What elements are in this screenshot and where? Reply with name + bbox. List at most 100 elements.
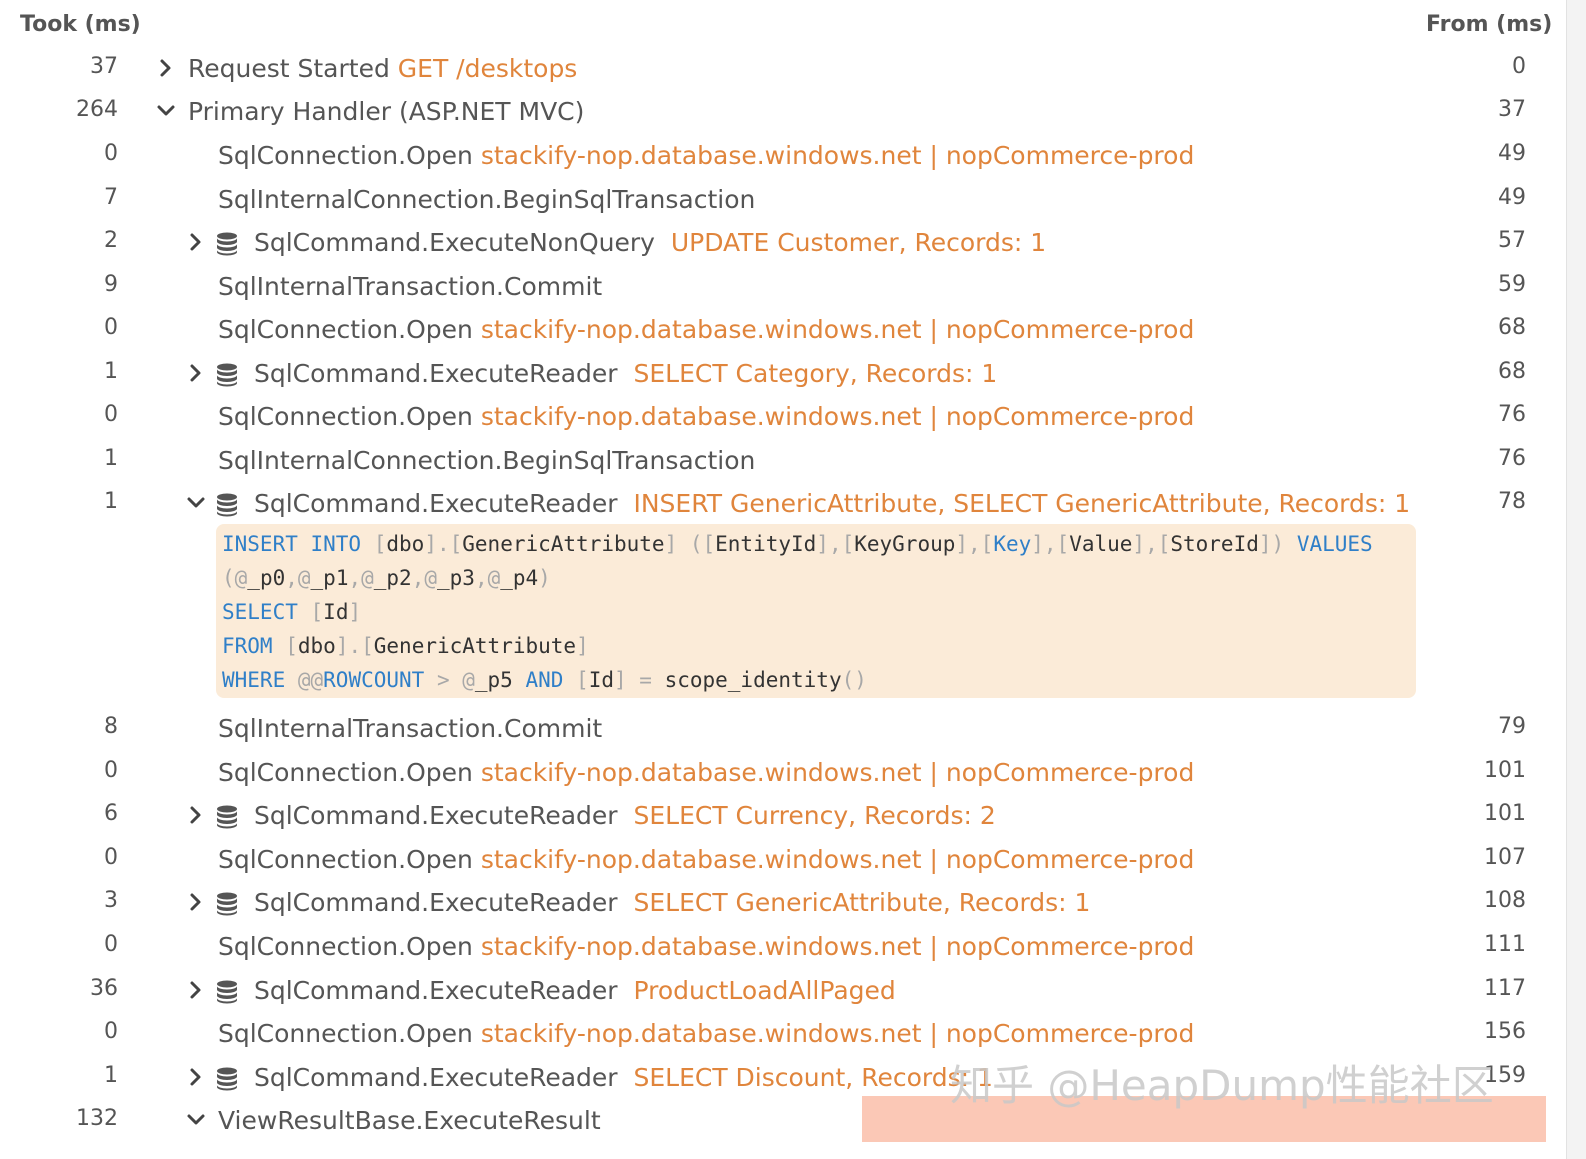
operation-label[interactable]: SqlCommand.ExecuteReader SELECT Currency… (254, 801, 996, 830)
sql-token: [ (373, 532, 387, 556)
trace-row[interactable]: 37 Request Started GET /desktops 0 (0, 46, 1560, 90)
operation-label[interactable]: SqlConnection.Open stackify-nop.database… (218, 758, 1194, 787)
chevron-right-icon[interactable] (186, 1065, 206, 1089)
sql-token: EntityId (715, 532, 817, 556)
operation-name: SqlConnection.Open (218, 1019, 473, 1048)
trace-row[interactable]: 0 SqlConnection.Open stackify-nop.databas… (0, 924, 1560, 968)
chevron-right-icon[interactable] (186, 230, 206, 254)
took-value: 9 (104, 272, 118, 297)
sql-token: scope_identity (664, 668, 842, 692)
operation-detail: stackify-nop.database.windows.net | nopC… (480, 315, 1195, 344)
from-value: 49 (1498, 185, 1526, 210)
sql-token: _p1 (310, 566, 349, 590)
operation-label[interactable]: SqlInternalTransaction.Commit (218, 714, 602, 743)
from-value: 76 (1498, 446, 1526, 471)
sql-token: GenericAttribute (373, 634, 577, 658)
sql-token: ,@ (285, 566, 311, 590)
sql-token: INSERT INTO (222, 532, 374, 556)
operation-name: SqlCommand.ExecuteReader (254, 801, 618, 830)
operation-name: SqlConnection.Open (218, 845, 473, 874)
operation-detail: GET /desktops (397, 54, 578, 83)
chevron-right-icon[interactable] (156, 56, 176, 80)
from-column-header[interactable]: From (ms) (1426, 12, 1552, 37)
sql-token: ]. (424, 532, 450, 556)
trace-row[interactable]: 36 SqlCommand.ExecuteReader ProductLoadAl… (0, 968, 1560, 1012)
chevron-down-icon[interactable] (186, 1108, 206, 1132)
trace-row[interactable]: 0 SqlConnection.Open stackify-nop.databas… (0, 1011, 1560, 1055)
sql-token: Id (323, 600, 349, 624)
trace-row[interactable]: 0 SqlConnection.Open stackify-nop.databas… (0, 750, 1560, 794)
operation-detail: stackify-nop.database.windows.net | nopC… (480, 932, 1195, 961)
sql-token: ]. (335, 634, 362, 658)
operation-name: Primary Handler (ASP.NET MVC) (188, 97, 585, 126)
trace-row[interactable]: 0 SqlConnection.Open stackify-nop.databas… (0, 837, 1560, 881)
operation-label[interactable]: SqlCommand.ExecuteNonQuery UPDATE Custom… (254, 228, 1046, 257)
from-value: 59 (1498, 272, 1526, 297)
took-value: 264 (76, 97, 118, 122)
operation-detail: UPDATE Customer, Records: 1 (670, 228, 1047, 257)
trace-row[interactable]: 1 SqlCommand.ExecuteReader SELECT Categor… (0, 351, 1560, 395)
operation-label[interactable]: SqlCommand.ExecuteReader ProductLoadAllP… (254, 976, 896, 1005)
sql-token: ] = (614, 668, 665, 692)
operation-label[interactable]: SqlConnection.Open stackify-nop.database… (218, 845, 1194, 874)
operation-label[interactable]: SqlCommand.ExecuteReader SELECT GenericA… (254, 888, 1090, 917)
operation-label[interactable]: SqlInternalConnection.BeginSqlTransactio… (218, 446, 755, 475)
operation-label[interactable]: SqlInternalTransaction.Commit (218, 272, 602, 301)
database-icon (216, 1067, 238, 1091)
sql-token: _p0 (247, 566, 286, 590)
operation-name: ViewResultBase.ExecuteResult (218, 1106, 601, 1135)
operation-label[interactable]: SqlConnection.Open stackify-nop.database… (218, 932, 1194, 961)
sql-line: SELECT [Id] (222, 600, 361, 624)
sql-token: [ (361, 634, 374, 658)
operation-label[interactable]: SqlCommand.ExecuteReader SELECT Category… (254, 359, 997, 388)
sql-query-box: INSERT INTO [dbo].[GenericAttribute] ([E… (216, 524, 1416, 698)
chevron-down-icon[interactable] (156, 99, 176, 123)
sql-token: [ (310, 600, 324, 624)
trace-row[interactable]: 7 SqlInternalConnection.BeginSqlTransacti… (0, 177, 1560, 221)
from-value: 68 (1498, 359, 1526, 384)
operation-label[interactable]: SqlCommand.ExecuteReader SELECT Discount… (254, 1063, 993, 1092)
operation-label[interactable]: SqlConnection.Open stackify-nop.database… (218, 402, 1194, 431)
operation-label[interactable]: SqlConnection.Open stackify-nop.database… (218, 315, 1194, 344)
from-value: 111 (1484, 932, 1526, 957)
sql-token: Value (1069, 532, 1133, 556)
operation-label[interactable]: ViewResultBase.ExecuteResult (218, 1106, 601, 1135)
chevron-right-icon[interactable] (186, 978, 206, 1002)
took-value: 1 (104, 1063, 118, 1088)
scrollbar[interactable] (1566, 0, 1586, 1159)
took-column-header[interactable]: Took (ms) (20, 12, 141, 37)
trace-row[interactable]: 0 SqlConnection.Open stackify-nop.databas… (0, 394, 1560, 438)
operation-label[interactable]: SqlConnection.Open stackify-nop.database… (218, 1019, 1194, 1048)
sql-token: ] (348, 600, 362, 624)
trace-row[interactable]: 1 SqlInternalConnection.BeginSqlTransacti… (0, 438, 1560, 482)
sql-token: > @ (424, 668, 475, 692)
operation-detail: SELECT Currency, Records: 2 (633, 801, 996, 830)
took-value: 0 (104, 932, 118, 957)
took-value: 36 (90, 976, 118, 1001)
trace-row[interactable]: 3 SqlCommand.ExecuteReader SELECT Generic… (0, 880, 1560, 924)
operation-label[interactable]: SqlInternalConnection.BeginSqlTransactio… (218, 185, 755, 214)
operation-label[interactable]: SqlCommand.ExecuteReader INSERT GenericA… (254, 489, 1410, 518)
trace-row[interactable]: 6 SqlCommand.ExecuteReader SELECT Currenc… (0, 793, 1560, 837)
trace-row[interactable]: 2 SqlCommand.ExecuteNonQuery UPDATE Custo… (0, 220, 1560, 264)
chevron-right-icon[interactable] (186, 890, 206, 914)
sql-token: Id (588, 668, 614, 692)
trace-row[interactable]: 0 SqlConnection.Open stackify-nop.databas… (0, 307, 1560, 351)
operation-label[interactable]: Primary Handler (ASP.NET MVC) (188, 97, 584, 126)
trace-row[interactable]: 1 SqlCommand.ExecuteReader INSERT Generic… (0, 481, 1560, 525)
operation-label[interactable]: SqlConnection.Open stackify-nop.database… (218, 141, 1194, 170)
sql-token: ],[ (955, 532, 994, 556)
operation-name: SqlConnection.Open (218, 932, 473, 961)
trace-row[interactable]: 9 SqlInternalTransaction.Commit 59 (0, 264, 1560, 308)
trace-row[interactable]: 0 SqlConnection.Open stackify-nop.databas… (0, 133, 1560, 177)
sql-token: ],[ (816, 532, 855, 556)
chevron-down-icon[interactable] (186, 491, 206, 515)
sql-line: WHERE @@ROWCOUNT > @_p5 AND [Id] = scope… (222, 668, 867, 692)
trace-row[interactable]: 8 SqlInternalTransaction.Commit 79 (0, 706, 1560, 750)
chevron-right-icon[interactable] (186, 361, 206, 385)
took-value: 1 (104, 446, 118, 471)
operation-name: SqlCommand.ExecuteReader (254, 489, 618, 518)
trace-row[interactable]: 264 Primary Handler (ASP.NET MVC) 37 (0, 89, 1560, 133)
operation-label[interactable]: Request Started GET /desktops (188, 54, 577, 83)
chevron-right-icon[interactable] (186, 803, 206, 827)
